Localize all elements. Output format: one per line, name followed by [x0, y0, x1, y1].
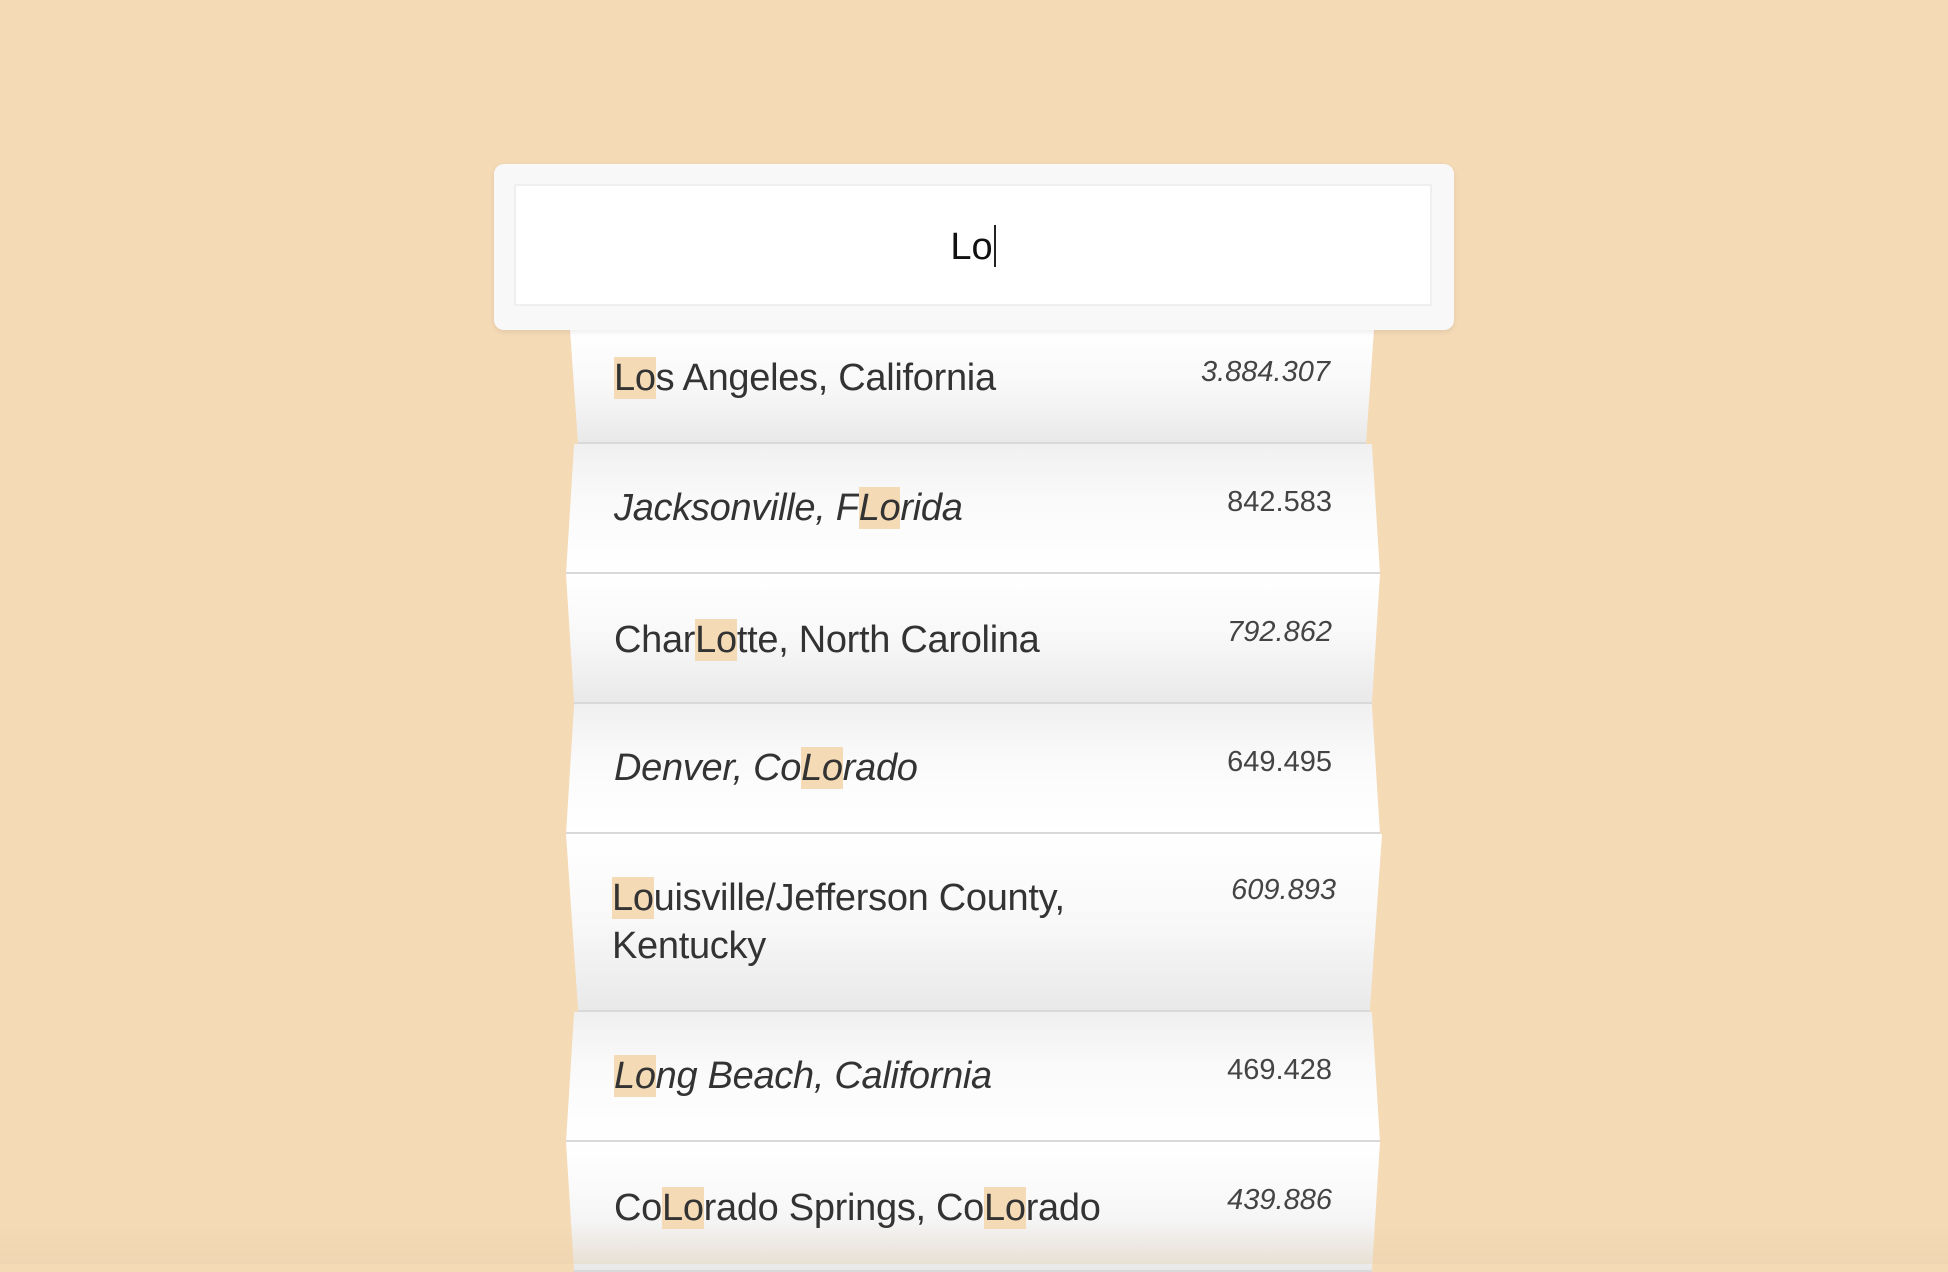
match-highlight: Lo: [858, 487, 901, 529]
match-highlight: Lo: [612, 877, 654, 919]
match-highlight: Lo: [801, 747, 843, 789]
match-highlight: Lo: [614, 357, 656, 399]
city-name: Long Beach, California: [614, 1055, 992, 1097]
population: 469.428: [1227, 1054, 1332, 1086]
city-name: Louisville/Jefferson County, Kentucky: [612, 877, 1065, 967]
text-caret: [993, 224, 996, 267]
list-item[interactable]: Jacksonville, FLorida 842.583: [566, 444, 1380, 574]
match-highlight: Lo: [614, 1055, 656, 1097]
population: 842.583: [1227, 486, 1332, 518]
search-container: Lo: [494, 164, 1454, 330]
city-name: CoLorado Springs, CoLorado: [614, 1187, 1101, 1229]
match-highlight: Lo: [695, 619, 737, 661]
page: Lo Los Angeles, California 3.884.307 Jac…: [0, 0, 1948, 1272]
list-item[interactable]: Denver, CoLorado 649.495: [566, 704, 1380, 834]
population: 3.884.307: [1200, 356, 1330, 388]
population: 439.886: [1227, 1184, 1332, 1216]
population: 609.893: [1231, 874, 1336, 906]
list-item[interactable]: CharLotte, North Carolina 792.862: [566, 574, 1380, 704]
city-name: Denver, CoLorado: [614, 747, 918, 789]
search-input[interactable]: Lo: [514, 184, 1432, 306]
match-highlight: Lo: [984, 1187, 1026, 1229]
list-item[interactable]: Louisville/Jefferson County, Kentucky 609…: [566, 834, 1382, 1012]
list-item[interactable]: Long Beach, California 469.428: [566, 1012, 1380, 1142]
city-name: CharLotte, North Carolina: [614, 619, 1040, 661]
city-name: Los Angeles, California: [614, 357, 996, 399]
list-item[interactable]: CoLorado Springs, CoLorado 439.886: [566, 1142, 1380, 1272]
list-item[interactable]: Los Angeles, California 3.884.307: [570, 330, 1374, 444]
match-highlight: Lo: [661, 1187, 704, 1229]
population: 792.862: [1227, 616, 1332, 648]
city-name: Jacksonville, FLorida: [614, 487, 963, 529]
population: 649.495: [1227, 746, 1332, 778]
search-input-value: Lo: [950, 226, 993, 268]
